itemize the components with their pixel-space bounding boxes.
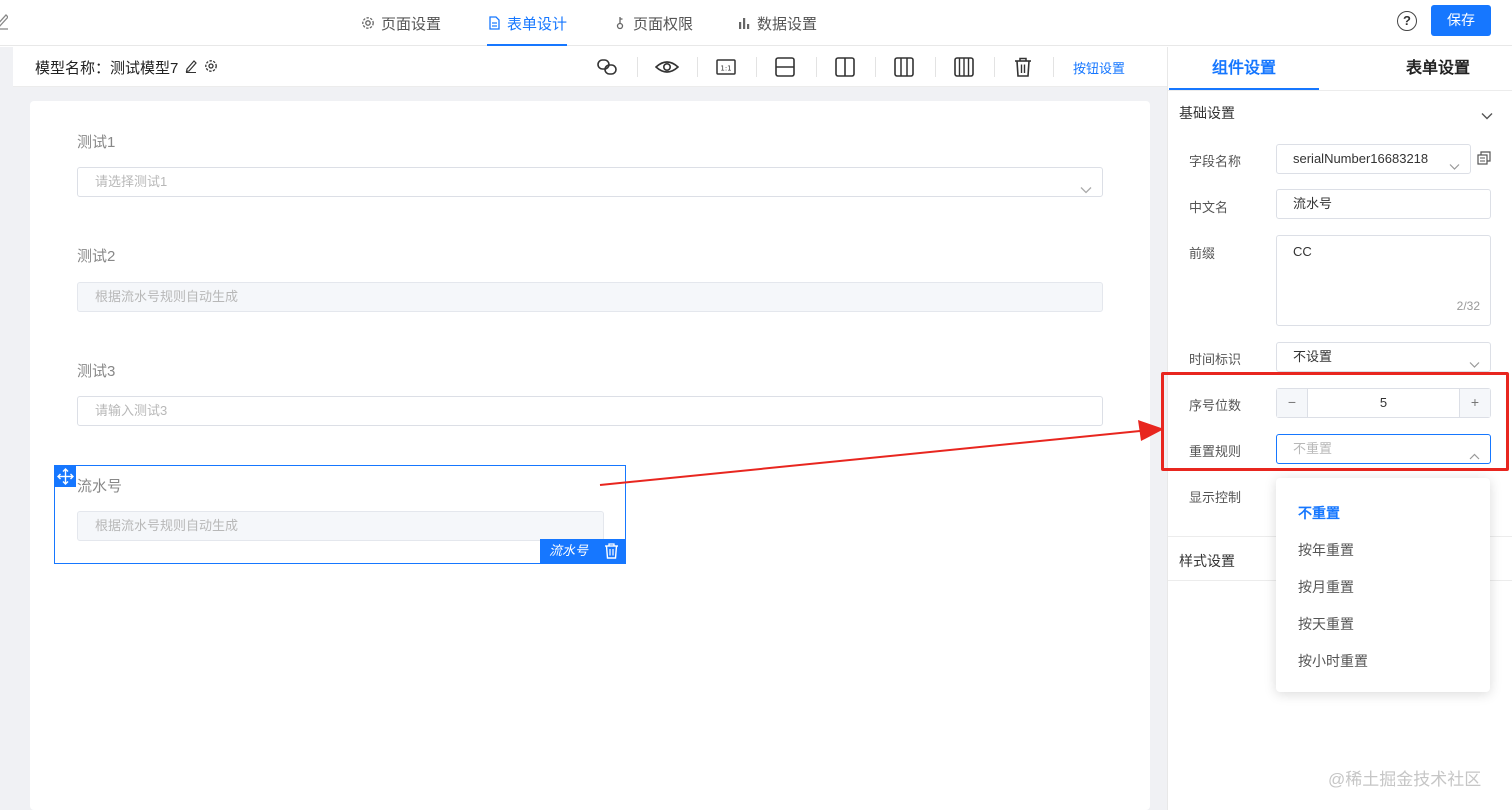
prefix-label: 前缀 — [1189, 246, 1216, 261]
tab-label: 数据设置 — [757, 15, 818, 33]
toolbar-divider — [935, 57, 936, 77]
char-counter: 2/32 — [1456, 299, 1480, 313]
widget-type-tag: 流水号 — [540, 539, 625, 563]
annotation-box — [1161, 372, 1509, 471]
field-label: 测试3 — [77, 363, 116, 380]
delete-widget-icon[interactable] — [603, 542, 620, 559]
three-column-icon[interactable] — [893, 56, 915, 78]
form-card — [30, 101, 1150, 810]
panel-divider — [1168, 90, 1512, 91]
tab-form-design[interactable]: 表单设计 — [487, 0, 568, 46]
input-placeholder: 根据流水号规则自动生成 — [95, 289, 239, 304]
test3-input[interactable]: 请输入测试3 — [77, 396, 1103, 426]
time-mark-select[interactable]: 不设置 — [1276, 342, 1491, 372]
tab-label: 页面设置 — [381, 15, 442, 33]
ratio-1-1-icon[interactable]: 1:1 — [715, 56, 737, 78]
test2-serial-field: 根据流水号规则自动生成 — [77, 282, 1103, 312]
toolbar-divider — [1053, 57, 1054, 77]
chinese-name-label: 中文名 — [1189, 200, 1229, 215]
gear-icon — [361, 16, 375, 30]
field-label: 流水号 — [77, 478, 123, 495]
field-name-select[interactable]: serialNumber16683218 — [1276, 144, 1471, 174]
dropdown-option[interactable]: 按年重置 — [1298, 540, 1354, 560]
toolbar-divider — [697, 57, 698, 77]
save-button[interactable]: 保存 — [1431, 5, 1491, 36]
basic-settings-title[interactable]: 基础设置 — [1179, 103, 1235, 123]
input-placeholder: 根据流水号规则自动生成 — [95, 518, 239, 533]
prefix-textarea[interactable]: CC 2/32 — [1276, 235, 1491, 326]
widget-type-label: 流水号 — [549, 543, 589, 558]
help-icon[interactable]: ? — [1397, 11, 1417, 31]
copy-icon[interactable] — [1477, 151, 1491, 165]
tab-form-settings[interactable]: 表单设置 — [1363, 47, 1512, 90]
chevron-down-icon[interactable] — [1481, 107, 1493, 120]
style-settings-title[interactable]: 样式设置 — [1179, 551, 1235, 571]
toolbar-divider — [756, 57, 757, 77]
key-icon — [613, 16, 627, 30]
dropdown-option[interactable]: 按天重置 — [1298, 614, 1354, 634]
tab-label: 表单设计 — [507, 15, 568, 33]
watermark: @稀土掘金技术社区 — [1328, 770, 1482, 789]
reset-rule-dropdown: 不重置 按年重置 按月重置 按天重置 按小时重置 — [1276, 478, 1490, 692]
dropdown-option[interactable]: 按小时重置 — [1298, 651, 1368, 671]
design-toolbar: 模型名称：测试模型7 1:1 按钮设置 — [13, 47, 1167, 87]
chinese-name-input[interactable]: 流水号 — [1276, 189, 1491, 219]
move-handle-icon[interactable] — [55, 466, 76, 487]
chevron-down-icon — [1449, 154, 1460, 170]
row-layout-icon[interactable] — [774, 56, 796, 78]
tab-label: 页面权限 — [633, 15, 694, 33]
select-placeholder: 请选择测试1 — [95, 174, 168, 189]
field-label: 测试1 — [77, 134, 116, 151]
toolbar-divider — [816, 57, 817, 77]
test1-select[interactable]: 请选择测试1 — [77, 167, 1103, 197]
edit-icon-fragment — [0, 12, 8, 30]
dropdown-option[interactable]: 按月重置 — [1298, 577, 1354, 597]
toolbar-divider — [994, 57, 995, 77]
tab-data-settings[interactable]: 数据设置 — [737, 0, 817, 46]
field-label: 测试2 — [77, 248, 116, 265]
two-column-icon[interactable] — [834, 56, 856, 78]
trash-icon[interactable] — [1012, 56, 1034, 78]
link-icon[interactable] — [596, 56, 618, 78]
selected-serial-widget[interactable]: 流水号 根据流水号规则自动生成 流水号 — [54, 465, 626, 564]
toolbar-divider — [875, 57, 876, 77]
serial-number-field: 根据流水号规则自动生成 — [77, 511, 604, 541]
time-mark-label: 时间标识 — [1189, 352, 1242, 367]
edit-icon[interactable] — [184, 59, 198, 77]
chevron-down-icon — [1080, 177, 1092, 194]
top-navigation: 页面设置 表单设计 页面权限 数据设置 ? 保存 — [0, 0, 1512, 46]
field-name-value: serialNumber16683218 — [1293, 151, 1429, 166]
left-strip — [0, 47, 13, 810]
prefix-value: CC — [1293, 244, 1312, 259]
document-icon — [487, 16, 501, 30]
four-column-icon[interactable] — [953, 56, 975, 78]
toolbar-divider — [637, 57, 638, 77]
model-name: 模型名称：测试模型7 — [35, 57, 218, 78]
tab-component-settings[interactable]: 组件设置 — [1169, 47, 1319, 90]
tab-page-settings[interactable]: 页面设置 — [361, 0, 441, 46]
eye-icon[interactable] — [654, 56, 680, 78]
dropdown-option[interactable]: 不重置 — [1298, 503, 1340, 523]
input-placeholder: 请输入测试3 — [95, 403, 168, 418]
bar-chart-icon — [737, 16, 751, 30]
svg-text:1:1: 1:1 — [720, 65, 731, 73]
model-name-text: 模型名称：测试模型7 — [35, 60, 179, 77]
field-name-label: 字段名称 — [1189, 154, 1242, 169]
chevron-down-icon — [1469, 352, 1480, 368]
chinese-name-value: 流水号 — [1293, 196, 1333, 211]
tab-page-permissions[interactable]: 页面权限 — [613, 0, 693, 46]
time-mark-value: 不设置 — [1293, 349, 1333, 364]
display-control-label: 显示控制 — [1189, 490, 1242, 505]
settings-gear-icon[interactable] — [204, 59, 218, 77]
button-settings-link[interactable]: 按钮设置 — [1073, 58, 1125, 77]
